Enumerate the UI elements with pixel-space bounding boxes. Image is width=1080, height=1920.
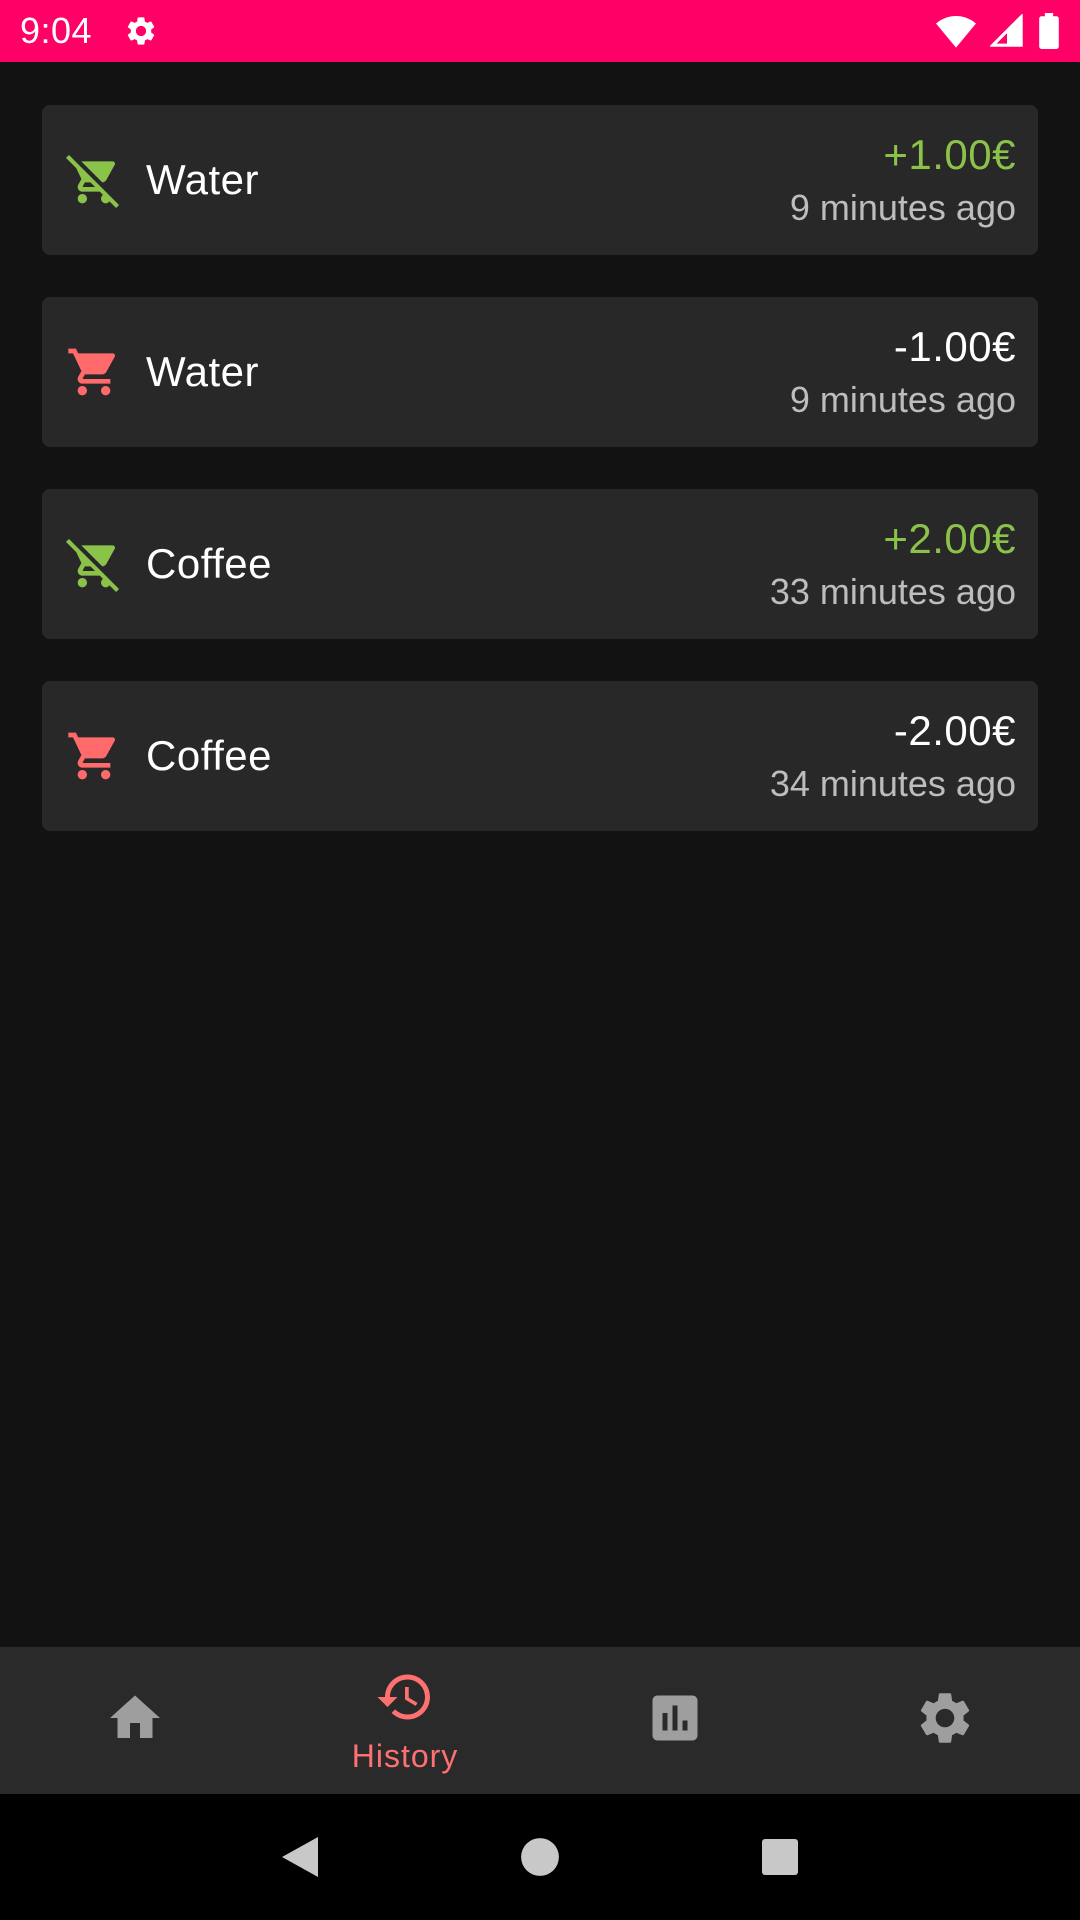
- back-icon[interactable]: [255, 1812, 345, 1902]
- item-name: Coffee: [146, 732, 272, 779]
- bottom-navigation: History: [0, 1647, 1080, 1794]
- item-details: -1.00€ 9 minutes ago: [790, 323, 1016, 421]
- nav-history-label: History: [351, 1737, 459, 1774]
- cellular-signal-icon: [990, 14, 1024, 48]
- settings-icon: [122, 12, 160, 50]
- item-amount: +1.00€: [883, 131, 1016, 178]
- wifi-icon: [936, 14, 976, 48]
- bar-chart-icon: [645, 1688, 705, 1753]
- history-item[interactable]: Water -1.00€ 9 minutes ago: [42, 297, 1038, 447]
- history-item[interactable]: Water +1.00€ 9 minutes ago: [42, 105, 1038, 255]
- nav-stats[interactable]: [540, 1647, 810, 1794]
- shopping-cart-icon: [64, 342, 124, 402]
- item-name: Water: [146, 156, 259, 203]
- app-screen: 9:04 Water +1.00€ 9 minutes ago Water -1…: [0, 0, 1080, 1920]
- recents-icon[interactable]: [735, 1812, 825, 1902]
- item-time: 9 minutes ago: [789, 379, 1016, 420]
- battery-icon: [1038, 13, 1060, 49]
- settings-icon: [914, 1687, 976, 1754]
- item-amount: +2.00€: [883, 515, 1016, 562]
- item-amount: -2.00€: [893, 707, 1016, 754]
- item-details: +2.00€ 33 minutes ago: [770, 515, 1016, 613]
- history-item[interactable]: Coffee -2.00€ 34 minutes ago: [42, 681, 1038, 831]
- nav-history[interactable]: History: [270, 1647, 540, 1794]
- history-item[interactable]: Coffee +2.00€ 33 minutes ago: [42, 489, 1038, 639]
- item-details: -2.00€ 34 minutes ago: [770, 707, 1016, 805]
- history-list: Water +1.00€ 9 minutes ago Water -1.00€ …: [42, 105, 1038, 873]
- status-time: 9:04: [20, 10, 93, 51]
- shopping-cart-icon: [64, 726, 124, 786]
- nav-settings[interactable]: [810, 1647, 1080, 1794]
- item-time: 34 minutes ago: [769, 763, 1016, 804]
- item-time: 9 minutes ago: [789, 187, 1016, 228]
- item-name: Coffee: [146, 540, 272, 587]
- remove-shopping-cart-icon: [64, 534, 124, 594]
- home-icon: [105, 1688, 165, 1753]
- status-bar: 9:04: [0, 0, 1080, 62]
- nav-home[interactable]: [0, 1647, 270, 1794]
- system-navigation-bar: [0, 1794, 1080, 1920]
- item-amount: -1.00€: [893, 323, 1016, 370]
- item-name: Water: [146, 348, 259, 395]
- item-details: +1.00€ 9 minutes ago: [790, 131, 1016, 229]
- remove-shopping-cart-icon: [64, 150, 124, 210]
- item-time: 33 minutes ago: [769, 571, 1016, 612]
- status-icons: [936, 13, 1060, 49]
- home-circle-icon[interactable]: [495, 1812, 585, 1902]
- history-icon: [375, 1667, 435, 1732]
